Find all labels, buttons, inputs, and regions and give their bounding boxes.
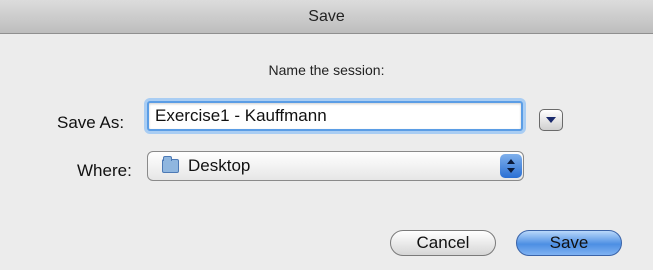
save-as-label: Save As:	[57, 113, 125, 132]
expand-dialog-button[interactable]	[539, 109, 563, 131]
chevron-down-icon	[546, 117, 556, 123]
instruction-text: Name the session:	[268, 62, 385, 78]
updown-arrows-icon	[500, 154, 522, 178]
save-button[interactable]: Save	[516, 230, 622, 256]
where-popup-button[interactable]: Desktop	[147, 151, 524, 181]
dialog-content: Name the session: Save As: Where: Deskto…	[0, 34, 653, 270]
filename-input[interactable]	[147, 101, 523, 131]
folder-icon	[162, 156, 179, 173]
arrow-down-icon	[507, 168, 515, 173]
cancel-button[interactable]: Cancel	[390, 230, 496, 256]
dialog-title: Save	[0, 0, 653, 34]
where-value: Desktop	[188, 156, 251, 175]
save-dialog: Save Name the session: Save As: Where: D…	[0, 0, 653, 270]
where-label: Where:	[77, 161, 132, 180]
arrow-up-icon	[507, 159, 515, 164]
